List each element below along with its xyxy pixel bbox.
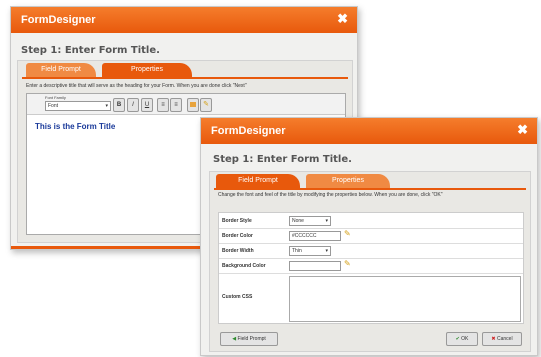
tab-divider (214, 188, 526, 190)
border-color-value: #CCCCCC (292, 233, 317, 239)
border-width-select[interactable]: Thin ▾ (289, 246, 331, 256)
front-panel: Field Prompt Properties Change the font … (209, 171, 531, 352)
back-titlebar[interactable]: FormDesigner ✖ (11, 7, 357, 33)
property-label: Border Color (222, 233, 253, 239)
properties-table: Border Style None ▾ Border Color #CCCCCC… (218, 212, 524, 324)
bold-button[interactable]: B (113, 98, 125, 112)
property-row: Border Width Thin ▾ (219, 243, 523, 259)
description: Change the font and feel of the title by… (218, 192, 443, 198)
tab-properties[interactable]: Properties (102, 63, 192, 77)
field-prompt-button[interactable]: ◀ Field Prompt (220, 332, 278, 346)
arrow-left-icon: ◀ (232, 336, 237, 342)
property-label: Custom CSS (222, 294, 253, 300)
chevron-down-icon: ▾ (325, 248, 328, 254)
front-window-title: FormDesigner (211, 125, 286, 137)
cancel-label: Cancel (497, 336, 513, 342)
chevron-down-icon: ▾ (105, 103, 108, 109)
custom-css-textarea[interactable] (289, 276, 521, 322)
property-row: Border Style None ▾ (219, 213, 523, 229)
front-titlebar[interactable]: FormDesigner ✖ (201, 118, 537, 144)
image-icon (190, 102, 196, 107)
close-icon[interactable]: ✖ (517, 122, 528, 138)
front-window: FormDesigner ✖ Step 1: Enter Form Title.… (200, 117, 538, 356)
property-label: Border Style (222, 218, 252, 224)
description: Enter a descriptive title that will serv… (26, 83, 247, 89)
property-row: Custom CSS (219, 273, 523, 323)
border-color-input[interactable]: #CCCCCC (289, 231, 341, 241)
italic-button[interactable]: I (127, 98, 139, 112)
property-row: Border Color #CCCCCC ✎ (219, 228, 523, 244)
cancel-button[interactable]: ✖ Cancel (482, 332, 522, 346)
font-family-label: Font Family (45, 95, 66, 100)
pencil-icon[interactable]: ✎ (344, 259, 351, 268)
back-window-title: FormDesigner (21, 14, 96, 26)
step-heading: Step 1: Enter Form Title. (213, 154, 352, 165)
align-left-button[interactable]: ≡ (157, 98, 169, 112)
border-style-value: None (292, 218, 304, 224)
field-prompt-label: Field Prompt (237, 336, 266, 342)
underline-button[interactable]: U (141, 98, 153, 112)
property-row: Background Color ✎ (219, 258, 523, 274)
property-label: Background Color (222, 263, 266, 269)
font-select-value: Font (48, 103, 59, 109)
close-icon[interactable]: ✖ (337, 11, 348, 27)
chevron-down-icon: ▾ (325, 218, 328, 224)
tab-divider (22, 77, 348, 79)
align-center-button[interactable]: ≡ (170, 98, 182, 112)
image-button[interactable] (187, 98, 199, 112)
border-style-select[interactable]: None ▾ (289, 216, 331, 226)
tab-field-prompt[interactable]: Field Prompt (216, 174, 300, 188)
step-heading: Step 1: Enter Form Title. (21, 45, 160, 56)
color-picker-button[interactable]: ✎ (200, 98, 212, 112)
check-icon: ✔ (455, 336, 460, 342)
pencil-icon[interactable]: ✎ (344, 229, 351, 238)
tab-properties[interactable]: Properties (306, 174, 390, 188)
ok-label: OK (461, 336, 469, 342)
tab-field-prompt[interactable]: Field Prompt (26, 63, 96, 77)
property-label: Border Width (222, 248, 254, 254)
font-select[interactable]: Font ▾ (45, 101, 111, 111)
editor-content[interactable]: This is the Form Title (35, 122, 115, 131)
x-icon: ✖ (491, 336, 496, 342)
pencil-icon: ✎ (203, 101, 209, 108)
ok-button[interactable]: ✔ OK (446, 332, 478, 346)
background-color-input[interactable] (289, 261, 341, 271)
border-width-value: Thin (292, 248, 302, 254)
editor-toolbar: Font Family Font ▾ B I U ≡ ≡ ✎ (27, 94, 345, 115)
